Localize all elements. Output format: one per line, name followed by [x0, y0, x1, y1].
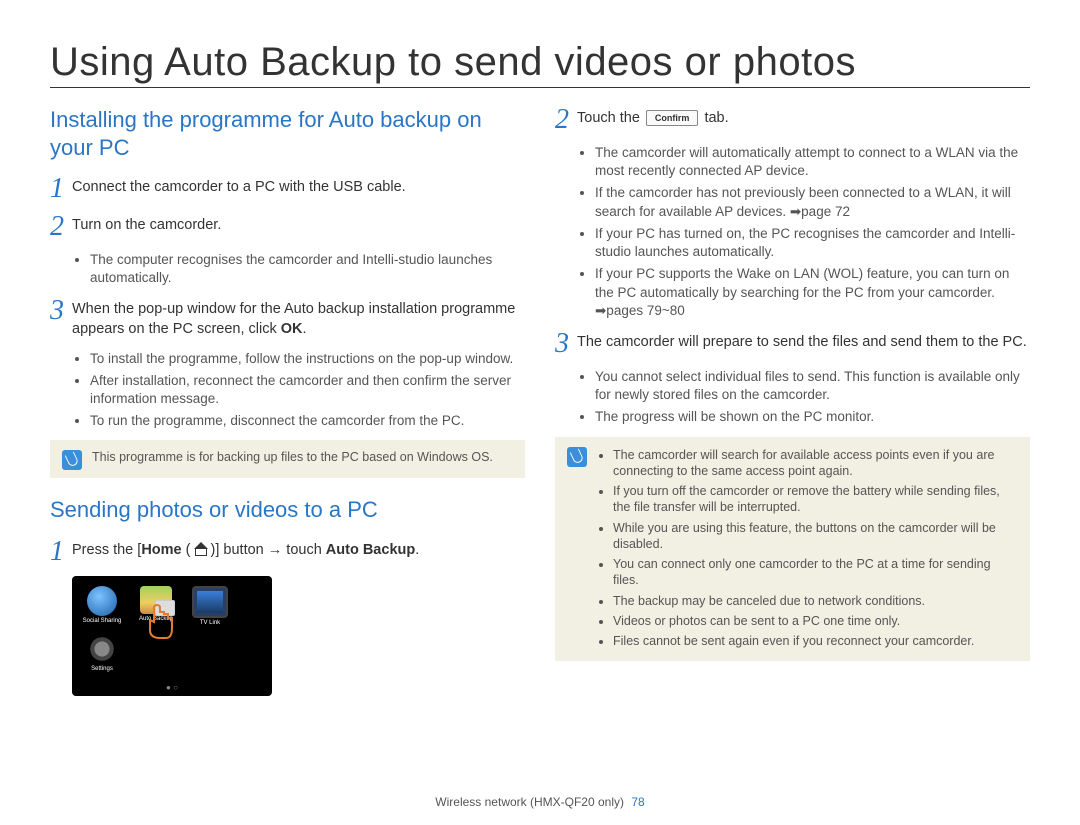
- note-text: This programme is for backing up files t…: [92, 450, 513, 470]
- note-box: This programme is for backing up files t…: [50, 440, 525, 478]
- sc-social-sharing: Social Sharing: [82, 586, 122, 626]
- substep: To install the programme, follow the ins…: [90, 350, 525, 368]
- substep: You cannot select individual files to se…: [595, 368, 1030, 404]
- sc-settings: Settings: [82, 634, 122, 672]
- section-heading-install: Installing the programme for Auto backup…: [50, 106, 525, 161]
- substep: If your PC supports the Wake on LAN (WOL…: [595, 265, 1030, 320]
- step-2: 2 Turn on the camcorder.: [50, 213, 525, 241]
- step-text: Turn on the camcorder.: [72, 213, 221, 241]
- step-2-send: 2 Touch the Confirm tab.: [555, 106, 1030, 134]
- confirm-tab-button: Confirm: [646, 110, 699, 126]
- globe-icon: [87, 586, 117, 616]
- note-item: Videos or photos can be sent to a PC one…: [613, 613, 1018, 629]
- note-item: You can connect only one camcorder to th…: [613, 556, 1018, 589]
- step-text: The camcorder will prepare to send the f…: [577, 330, 1027, 358]
- step-text: When the pop-up window for the Auto back…: [72, 297, 525, 339]
- touch-pointer-icon: [144, 604, 178, 642]
- page-indicator-dots: ● ○: [72, 683, 272, 692]
- page-title: Using Auto Backup to send videos or phot…: [50, 40, 1030, 88]
- note-icon: [62, 450, 82, 470]
- section-heading-sending: Sending photos or videos to a PC: [50, 496, 525, 524]
- step-number: 2: [555, 106, 577, 134]
- substep-list: The computer recognises the camcorder an…: [72, 251, 525, 287]
- step-1-send: 1 Press the [Home ( )] button → touch Au…: [50, 538, 525, 566]
- note-item: If you turn off the camcorder or remove …: [613, 483, 1018, 516]
- note-box: The camcorder will search for available …: [555, 437, 1030, 662]
- substep: The computer recognises the camcorder an…: [90, 251, 525, 287]
- tv-icon: [192, 586, 228, 618]
- step-1: 1 Connect the camcorder to a PC with the…: [50, 175, 525, 203]
- substep-list: To install the programme, follow the ins…: [72, 350, 525, 431]
- substep: If the camcorder has not previously been…: [595, 184, 1030, 220]
- left-column: Installing the programme for Auto backup…: [50, 106, 525, 696]
- substep: After installation, reconnect the camcor…: [90, 372, 525, 408]
- substep: The camcorder will automatically attempt…: [595, 144, 1030, 180]
- right-column: 2 Touch the Confirm tab. The camcorder w…: [555, 106, 1030, 696]
- settings-icon: [87, 634, 117, 664]
- note-item: While you are using this feature, the bu…: [613, 520, 1018, 553]
- step-number: 3: [50, 297, 72, 339]
- step-3: 3 When the pop-up window for the Auto ba…: [50, 297, 525, 339]
- step-3-send: 3 The camcorder will prepare to send the…: [555, 330, 1030, 358]
- note-list: The camcorder will search for available …: [597, 447, 1018, 650]
- step-text: Press the [Home ( )] button → touch Auto…: [72, 538, 419, 566]
- home-icon: [195, 544, 207, 556]
- note-icon: [567, 447, 587, 467]
- substep-list: You cannot select individual files to se…: [577, 368, 1030, 427]
- page-footer: Wireless network (HMX-QF20 only) 78: [0, 795, 1080, 809]
- menu-screenshot: Social Sharing Auto Backup TV Link Setti…: [72, 576, 272, 696]
- note-item: The camcorder will search for available …: [613, 447, 1018, 480]
- substep: If your PC has turned on, the PC recogni…: [595, 225, 1030, 261]
- step-number: 1: [50, 538, 72, 566]
- substep-list: The camcorder will automatically attempt…: [577, 144, 1030, 320]
- step-number: 2: [50, 213, 72, 241]
- step-text: Touch the Confirm tab.: [577, 106, 729, 134]
- step-text: Connect the camcorder to a PC with the U…: [72, 175, 406, 203]
- substep: The progress will be shown on the PC mon…: [595, 408, 1030, 426]
- note-item: Files cannot be sent again even if you r…: [613, 633, 1018, 649]
- sc-tv-link: TV Link: [190, 586, 230, 626]
- step-number: 3: [555, 330, 577, 358]
- substep: To run the programme, disconnect the cam…: [90, 412, 525, 430]
- step-number: 1: [50, 175, 72, 203]
- note-item: The backup may be canceled due to networ…: [613, 593, 1018, 609]
